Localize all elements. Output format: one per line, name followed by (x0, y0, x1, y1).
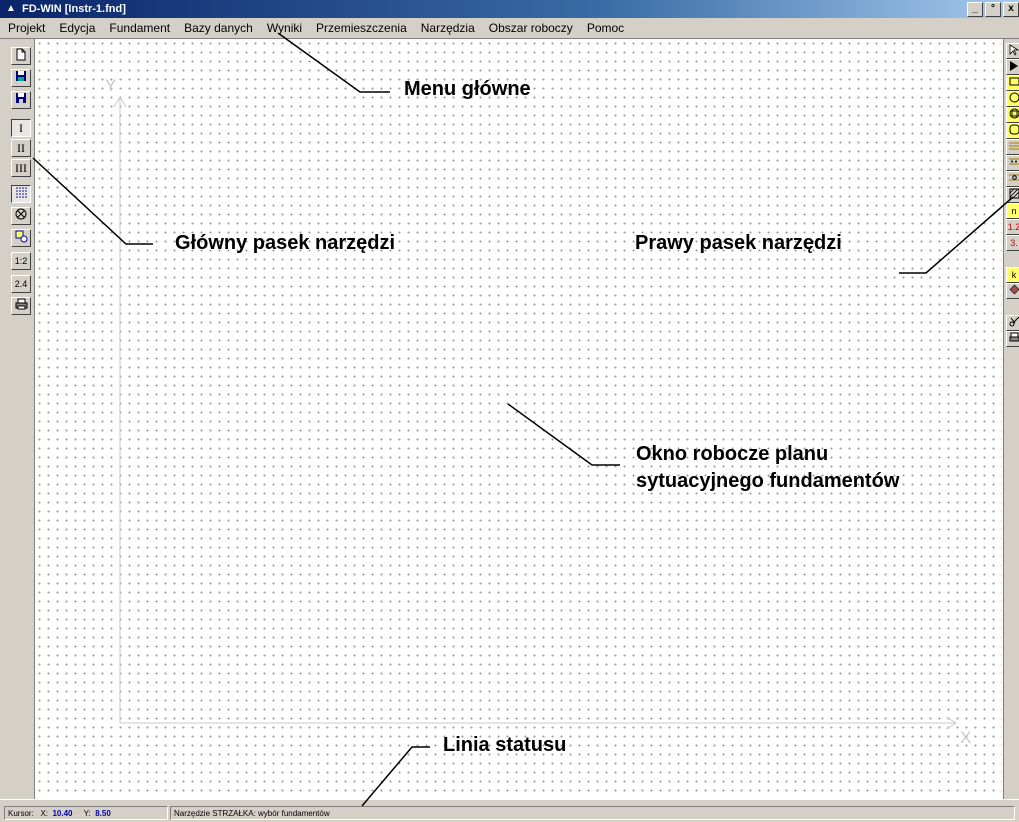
menu-fundament[interactable]: Fundament (102, 18, 177, 38)
printer-icon (15, 298, 28, 310)
right-toolbar: n 1.2 3. k (1003, 39, 1019, 799)
menu-narzedzia[interactable]: Narzędzia (414, 18, 482, 38)
dimension-2-tool[interactable]: 3. (1006, 235, 1019, 251)
right-print-tool[interactable] (1006, 331, 1019, 347)
black-arrow-icon (1009, 60, 1019, 72)
circle-cross-icon (15, 208, 27, 220)
minimize-button[interactable]: _ (967, 2, 983, 17)
x-coord-value: 10.40 (52, 809, 72, 818)
statusbar-annotation: Linia statusu (443, 732, 566, 758)
printer-icon (1009, 332, 1019, 343)
new-file-button[interactable] (11, 47, 31, 65)
right-toolbar-annotation: Prawy pasek narzędzi (635, 230, 842, 256)
hatch-tool[interactable] (1006, 187, 1019, 203)
close-button[interactable]: x (1003, 2, 1019, 17)
view-2-button[interactable]: II (11, 139, 31, 157)
workspace-annotation-line2: sytuacyjnego fundamentów (636, 468, 899, 494)
circle-icon (1009, 92, 1019, 103)
dimension-1-tool[interactable]: 1.2 (1006, 219, 1019, 235)
scale-button[interactable]: 1:2 (11, 252, 31, 270)
hatch-icon (1009, 188, 1019, 199)
view-3-button[interactable]: III (11, 159, 31, 177)
cursor-label: Kursor: (8, 809, 34, 818)
left-toolbar-annotation: Główny pasek narzędzi (175, 230, 395, 256)
menu-edycja[interactable]: Edycja (52, 18, 102, 38)
menu-projekt[interactable]: Projekt (0, 18, 52, 38)
x-axis-label: X (960, 728, 971, 747)
strip-lines-icon (1009, 140, 1019, 151)
round-footing-tool[interactable] (1006, 91, 1019, 107)
coordinate-axes: Y X (35, 39, 1002, 798)
grid-toggle-button[interactable] (11, 185, 31, 203)
y-coord-value: 8.50 (95, 809, 111, 818)
rectangle-icon (1009, 76, 1019, 87)
rect-footing-tool[interactable] (1006, 75, 1019, 91)
open-button[interactable] (11, 69, 31, 87)
menu-bazy-danych[interactable]: Bazy danych (177, 18, 260, 38)
soil-diamond-icon (1009, 284, 1019, 295)
zoom-fit-button[interactable] (11, 229, 31, 247)
number-tool[interactable]: n (1006, 203, 1019, 219)
tool-hint-panel: Narzędzie STRZAŁKA: wybór fundamentów (170, 806, 1015, 820)
save-disk-icon (15, 92, 27, 104)
strip-point-tool[interactable] (1006, 171, 1019, 187)
select-arrow-tool[interactable] (1006, 43, 1019, 59)
dimension-button[interactable]: 2.4 (11, 275, 31, 293)
strip-load-tool[interactable] (1006, 155, 1019, 171)
column-circle-icon (1009, 108, 1019, 119)
strip-footing-tool[interactable] (1006, 139, 1019, 155)
grid-icon (15, 186, 28, 199)
scissors-icon (1009, 316, 1019, 327)
zoom-fit-icon (15, 230, 28, 243)
new-file-icon (15, 48, 27, 61)
status-bar: Kursor: X: 10.40 Y: 8.50 Narzędzie STRZA… (0, 799, 1019, 822)
workspace-canvas[interactable]: Y X (35, 39, 1002, 798)
cut-tool[interactable] (1006, 315, 1019, 331)
menu-bar: ProjektEdycjaFundamentBazy danychWynikiP… (0, 18, 1019, 39)
workspace-annotation-line1: Okno robocze planu (636, 441, 828, 467)
y-axis-label: Y (105, 76, 116, 95)
print-button[interactable] (11, 297, 31, 315)
rounded-rect-icon (1009, 124, 1019, 135)
strip-dots-icon (1009, 156, 1019, 167)
app-icon: ▲ (6, 4, 19, 14)
move-tool[interactable] (1006, 59, 1019, 75)
view-1-button[interactable]: I (11, 119, 31, 137)
window-controls: _ ° x (967, 2, 1019, 17)
menu-pomoc[interactable]: Pomoc (580, 18, 631, 38)
maximize-button[interactable]: ° (985, 2, 1001, 17)
snap-button[interactable] (11, 207, 31, 225)
menu-wyniki[interactable]: Wyniki (260, 18, 309, 38)
k-tool[interactable]: k (1006, 267, 1019, 283)
soil-tool[interactable] (1006, 283, 1019, 299)
menu-annotation: Menu główne (404, 76, 531, 102)
arrow-cursor-icon (1009, 44, 1019, 56)
column-footing-tool[interactable] (1006, 107, 1019, 123)
title-bar: ▲ FD-WIN [Instr-1.fnd] _ ° x (0, 0, 1019, 18)
main-toolbar: I II III 1:2 2.4 (0, 39, 35, 799)
save-button[interactable] (11, 91, 31, 109)
window-title: FD-WIN [Instr-1.fnd] (22, 0, 126, 18)
strip-circle-icon (1009, 172, 1019, 183)
tool-hint-text: Narzędzie STRZAŁKA: wybór fundamentów (174, 809, 330, 818)
menu-obszar-roboczy[interactable]: Obszar roboczy (482, 18, 580, 38)
y-coord-label: Y: (84, 809, 91, 818)
open-disk-icon (15, 70, 27, 82)
menu-przemieszczenia[interactable]: Przemieszczenia (309, 18, 414, 38)
rounded-footing-tool[interactable] (1006, 123, 1019, 139)
x-coord-label: X: (40, 809, 48, 818)
cursor-position-panel: Kursor: X: 10.40 Y: 8.50 (4, 806, 168, 820)
